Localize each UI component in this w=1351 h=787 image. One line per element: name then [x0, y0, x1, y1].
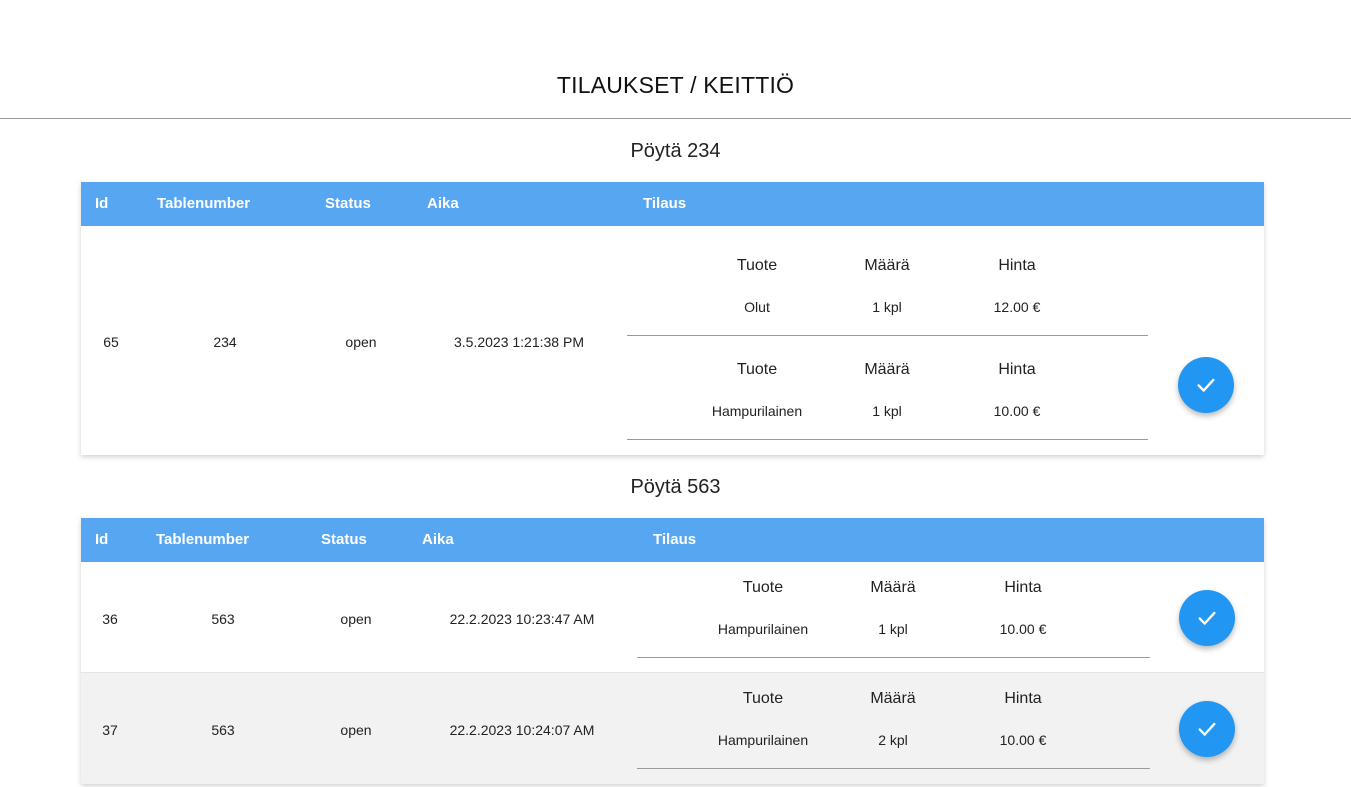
order-time: 22.2.2023 10:23:47 AM	[449, 611, 595, 627]
order-status: open	[340, 722, 372, 738]
order-id: 37	[102, 722, 118, 738]
column-header-status: Status	[325, 195, 371, 212]
table-row: 65 234 open 3.5.2023 1:21:38 PM Tuote Mä…	[81, 226, 1264, 455]
item-quantity: 2 kpl	[878, 732, 908, 748]
item-header-maara: Määrä	[870, 579, 916, 596]
column-header-tilaus: Tilaus	[643, 195, 687, 212]
order-item: Tuote Määrä Hinta Olut 1 kpl 12.00 €	[627, 226, 1148, 336]
column-header-id: Id	[95, 195, 109, 212]
order-items: Tuote Määrä Hinta Hampurilainen 2 kpl 10…	[637, 673, 1150, 769]
item-header-maara: Määrä	[870, 690, 916, 707]
table-row: 37 563 open 22.2.2023 10:24:07 AM Tuote …	[81, 673, 1264, 784]
table-header: Id Tablenumber Status Aika Tilaus	[81, 182, 1264, 226]
table-row: 36 563 open 22.2.2023 10:23:47 AM Tuote …	[81, 562, 1264, 673]
item-quantity: 1 kpl	[878, 621, 908, 637]
item-header-hinta: Hinta	[1004, 690, 1042, 707]
order-id: 36	[102, 611, 118, 627]
item-price: 10.00 €	[993, 403, 1041, 419]
page-header: TILAUKSET / KEITTIÖ	[0, 0, 1351, 119]
check-icon	[1198, 611, 1216, 625]
page-title: TILAUKSET / KEITTIÖ	[556, 72, 795, 98]
order-time: 3.5.2023 1:21:38 PM	[454, 334, 584, 350]
order-time: 22.2.2023 10:24:07 AM	[449, 722, 595, 738]
order-status: open	[340, 611, 372, 627]
column-header-tilaus: Tilaus	[653, 531, 697, 548]
order-items: Tuote Määrä Hinta Hampurilainen 1 kpl 10…	[637, 562, 1150, 658]
order-id: 65	[103, 334, 119, 350]
order-item: Tuote Määrä Hinta Hampurilainen 1 kpl 10…	[627, 336, 1148, 440]
complete-order-button[interactable]	[1179, 701, 1235, 757]
item-header-hinta: Hinta	[1004, 579, 1042, 596]
item-quantity: 1 kpl	[872, 403, 902, 419]
item-price: 10.00 €	[999, 732, 1047, 748]
item-header-hinta: Hinta	[998, 361, 1036, 378]
order-items: Tuote Määrä Hinta Olut 1 kpl 12.00 € Tuo…	[627, 226, 1148, 440]
item-product: Hampurilainen	[717, 621, 809, 637]
item-header-hinta: Hinta	[998, 257, 1036, 274]
item-product: Hampurilainen	[711, 403, 803, 419]
table-title: Pöytä 234	[630, 140, 721, 162]
complete-order-button[interactable]	[1178, 357, 1234, 413]
item-header-maara: Määrä	[864, 361, 910, 378]
order-item: Tuote Määrä Hinta Hampurilainen 1 kpl 10…	[637, 562, 1150, 658]
item-header-tuote: Tuote	[742, 579, 784, 596]
column-header-tablenumber: Tablenumber	[156, 531, 250, 548]
complete-order-button[interactable]	[1179, 590, 1235, 646]
item-product: Hampurilainen	[717, 732, 809, 748]
item-product: Olut	[744, 299, 770, 315]
order-tablenumber: 563	[211, 611, 235, 627]
item-header-maara: Määrä	[864, 257, 910, 274]
item-header-tuote: Tuote	[736, 361, 778, 378]
column-header-id: Id	[95, 531, 109, 548]
table-title: Pöytä 563	[630, 476, 721, 498]
check-icon	[1197, 378, 1215, 392]
table-header: Id Tablenumber Status Aika Tilaus	[81, 518, 1264, 562]
orders-card: Id Tablenumber Status Aika Tilaus 36 563…	[81, 518, 1264, 784]
column-header-tablenumber: Tablenumber	[157, 195, 251, 212]
column-header-aika: Aika	[422, 531, 454, 548]
order-tablenumber: 234	[213, 334, 237, 350]
order-tablenumber: 563	[211, 722, 235, 738]
item-price: 10.00 €	[999, 621, 1047, 637]
item-header-tuote: Tuote	[736, 257, 778, 274]
column-header-aika: Aika	[427, 195, 459, 212]
item-header-tuote: Tuote	[742, 690, 784, 707]
orders-card: Id Tablenumber Status Aika Tilaus 65 234…	[81, 182, 1264, 455]
column-header-status: Status	[321, 531, 367, 548]
order-item: Tuote Määrä Hinta Hampurilainen 2 kpl 10…	[637, 673, 1150, 769]
item-quantity: 1 kpl	[872, 299, 902, 315]
check-icon	[1198, 722, 1216, 736]
item-price: 12.00 €	[993, 299, 1041, 315]
order-status: open	[345, 334, 377, 350]
